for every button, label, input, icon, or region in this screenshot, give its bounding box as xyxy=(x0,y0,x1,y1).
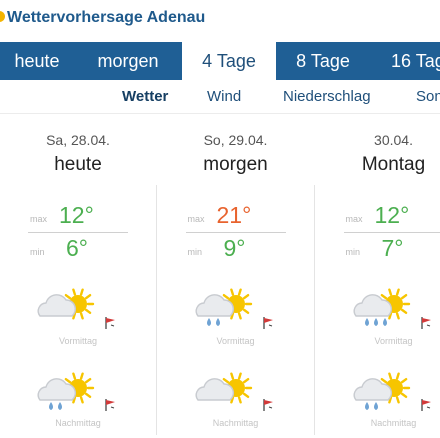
min-temperature: 7° xyxy=(381,235,404,261)
wind-flag-icon xyxy=(104,316,118,335)
max-label: max xyxy=(187,214,205,224)
day-name: morgen xyxy=(203,154,268,175)
forecast-range-tabs: heute morgen 4 Tage 8 Tage 16 Tage xyxy=(0,42,440,80)
day-column[interactable]: So, 29.04. morgen max 21° min 9° Vormitt… xyxy=(157,114,314,438)
min-label: min xyxy=(187,247,203,257)
day-date: 30.04. xyxy=(374,132,413,148)
wind-flag-icon xyxy=(262,316,276,335)
max-temperature: 12° xyxy=(374,202,410,228)
period-morning-label: Vormittag xyxy=(216,336,255,346)
tab-morgen[interactable]: morgen xyxy=(74,42,182,80)
max-temperature-row: max 12° xyxy=(0,202,156,232)
forecast-type-subtabs: Wetter Wind Niederschlag Sonne xyxy=(0,80,440,114)
day-date: Sa, 28.04. xyxy=(46,132,110,148)
tab-4-tage[interactable]: 4 Tage xyxy=(182,42,276,80)
page-header: Wettervorhersage Adenau xyxy=(0,0,440,40)
brand-dot-icon xyxy=(0,11,5,22)
period-morning-label: Vormittag xyxy=(374,336,413,346)
day-column[interactable]: 30.04. Montag max 12° min 7° Vormittag N… xyxy=(315,114,440,438)
min-temperature-row: min 9° xyxy=(157,235,314,265)
temperature-separator xyxy=(28,232,128,233)
max-temperature: 12° xyxy=(59,202,94,228)
period-morning-label: Vormittag xyxy=(58,336,98,346)
subtab-wetter[interactable]: Wetter xyxy=(122,88,168,105)
tab-heute[interactable]: heute xyxy=(0,42,74,80)
min-label: min xyxy=(345,247,361,257)
min-temperature: 9° xyxy=(223,235,246,261)
max-temperature: 21° xyxy=(216,202,252,228)
subtab-wind[interactable]: Wind xyxy=(207,88,241,105)
min-label: min xyxy=(30,247,45,257)
tab-8-tage[interactable]: 8 Tage xyxy=(276,42,370,80)
period-afternoon-label: Nachmittag xyxy=(212,418,259,428)
temperature-separator xyxy=(185,232,286,233)
period-afternoon-label: Nachmittag xyxy=(55,418,101,428)
day-name: Montag xyxy=(361,154,426,175)
min-temperature: 6° xyxy=(66,235,88,261)
temperature-separator xyxy=(343,232,440,233)
wind-flag-icon xyxy=(420,316,434,335)
day-name: heute xyxy=(54,154,102,175)
subtab-niederschlag[interactable]: Niederschlag xyxy=(283,88,371,105)
page-title: Wettervorhersage Adenau xyxy=(7,9,206,26)
tab-16-tage[interactable]: 16 Tage xyxy=(370,42,440,80)
day-column[interactable]: Sa, 28.04. heute max 12° min 6° Vormitta… xyxy=(0,114,156,438)
min-temperature-row: min 7° xyxy=(315,235,440,265)
max-label: max xyxy=(30,214,48,224)
wind-flag-icon xyxy=(420,398,434,417)
subtab-sonne[interactable]: Sonne xyxy=(416,88,440,105)
max-label: max xyxy=(345,214,363,224)
max-temperature-row: max 12° xyxy=(315,202,440,232)
max-temperature-row: max 21° xyxy=(157,202,314,232)
day-date: So, 29.04. xyxy=(203,132,268,148)
wind-flag-icon xyxy=(262,398,276,417)
min-temperature-row: min 6° xyxy=(0,235,156,265)
wind-flag-icon xyxy=(104,398,118,417)
period-afternoon-label: Nachmittag xyxy=(370,418,417,428)
